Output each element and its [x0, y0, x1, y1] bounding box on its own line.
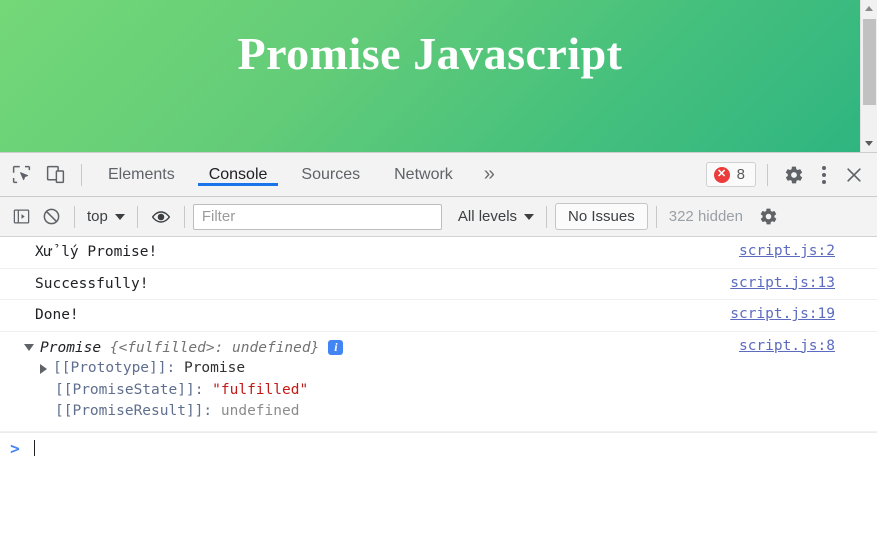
disclosure-triangle-open-icon[interactable] — [24, 344, 34, 352]
tab-network[interactable]: Network — [377, 163, 470, 186]
filterbar-divider-5 — [655, 205, 657, 228]
settings-gear-icon[interactable] — [779, 160, 809, 190]
console-message-source-link[interactable]: script.js:2 — [739, 243, 835, 259]
promise-prototype-row[interactable]: [[Prototype]] : Promise — [0, 358, 877, 380]
log-levels-select[interactable]: All levels — [454, 206, 538, 227]
property-value: "fulfilled" — [212, 381, 309, 398]
error-count-label: 8 — [736, 166, 745, 183]
devtools-panel: Elements Console Sources Network » ✕ 8 t… — [0, 152, 877, 535]
devtools-tabs: Elements Console Sources Network » — [91, 163, 505, 186]
promise-state-row: [[PromiseState]] : "fulfilled" — [0, 380, 877, 402]
console-object-row[interactable]: script.js:8 Promise {<fulfilled>: undefi… — [0, 332, 877, 433]
chevron-down-icon — [114, 213, 125, 220]
console-filter-toolbar: top All levels No Issues 322 hidden — [0, 197, 877, 237]
inspect-element-icon[interactable] — [4, 155, 38, 195]
chevron-down-icon — [524, 213, 535, 220]
property-key: [[Prototype]] — [53, 359, 167, 376]
tabbar-right-divider — [767, 163, 768, 186]
more-options-kebab-icon[interactable] — [809, 160, 839, 190]
execution-context-label: top — [87, 208, 108, 225]
info-badge-icon[interactable]: i — [328, 340, 344, 356]
property-separator: : — [203, 403, 221, 420]
console-message-list: Xử lý Promise! script.js:2 Successfully!… — [0, 237, 877, 535]
error-count-badge[interactable]: ✕ 8 — [705, 162, 756, 187]
clear-console-icon[interactable] — [36, 202, 66, 232]
error-circle-x-icon: ✕ — [713, 166, 730, 183]
property-value: Promise — [183, 359, 246, 376]
page-viewport: Promise Javascript — [0, 0, 877, 152]
promise-object-preview: {<fulfilled>: undefined} — [101, 339, 320, 356]
device-toolbar-icon[interactable] — [38, 155, 72, 195]
live-expression-eye-icon[interactable] — [146, 202, 176, 232]
scrollbar-up-arrow-icon[interactable] — [861, 0, 877, 17]
console-settings-gear-icon[interactable] — [753, 202, 783, 232]
console-prompt-row[interactable]: > — [0, 432, 877, 463]
devtools-tabbar-left: Elements Console Sources Network » — [4, 153, 505, 196]
issues-button[interactable]: No Issues — [555, 203, 648, 230]
console-message-source-link[interactable]: script.js:19 — [730, 306, 835, 322]
disclosure-triangle-closed-icon[interactable] — [40, 363, 47, 374]
tab-console[interactable]: Console — [192, 163, 285, 186]
scrollbar-thumb[interactable] — [863, 19, 876, 105]
promise-result-row: [[PromiseResult]] : undefined — [0, 401, 877, 423]
console-filter-input[interactable] — [192, 203, 442, 230]
promise-object-label: Promise — [40, 339, 102, 356]
page-content: Promise Javascript — [0, 0, 860, 152]
hidden-messages-count: 322 hidden — [668, 208, 743, 225]
tabbar-divider — [81, 163, 82, 186]
property-value: undefined — [220, 403, 300, 420]
console-message-row[interactable]: Successfully! script.js:13 — [0, 269, 877, 301]
tab-sources[interactable]: Sources — [284, 163, 377, 186]
more-tabs-icon[interactable]: » — [470, 163, 505, 186]
execution-context-select[interactable]: top — [83, 206, 129, 227]
filterbar-divider-1 — [74, 205, 75, 228]
console-message-row[interactable]: Xử lý Promise! script.js:2 — [0, 237, 877, 269]
property-key: [[PromiseResult]] — [55, 403, 204, 420]
devtools-tabbar-right: ✕ 8 — [705, 153, 871, 196]
console-message-source-link[interactable]: script.js:13 — [730, 275, 835, 291]
prompt-caret-icon: > — [10, 438, 20, 458]
property-key: [[PromiseState]] — [55, 381, 195, 398]
scrollbar-down-arrow-icon[interactable] — [861, 135, 877, 152]
property-separator: : — [166, 359, 184, 376]
filterbar-divider-3 — [183, 205, 185, 228]
devtools-tabbar: Elements Console Sources Network » ✕ 8 — [0, 153, 877, 197]
tab-elements[interactable]: Elements — [91, 163, 192, 186]
filterbar-divider-4 — [546, 205, 548, 228]
promise-object-header[interactable]: Promise {<fulfilled>: undefined} i — [0, 338, 877, 358]
console-sidebar-icon[interactable] — [6, 202, 36, 232]
filterbar-divider-2 — [136, 205, 138, 228]
log-levels-label: All levels — [457, 208, 518, 225]
page-title: Promise Javascript — [237, 28, 623, 79]
prompt-text-cursor[interactable] — [34, 440, 35, 457]
property-separator: : — [194, 381, 213, 398]
page-vertical-scrollbar[interactable] — [860, 0, 877, 152]
console-message-row[interactable]: Done! script.js:19 — [0, 300, 877, 332]
close-devtools-icon[interactable] — [839, 160, 869, 190]
